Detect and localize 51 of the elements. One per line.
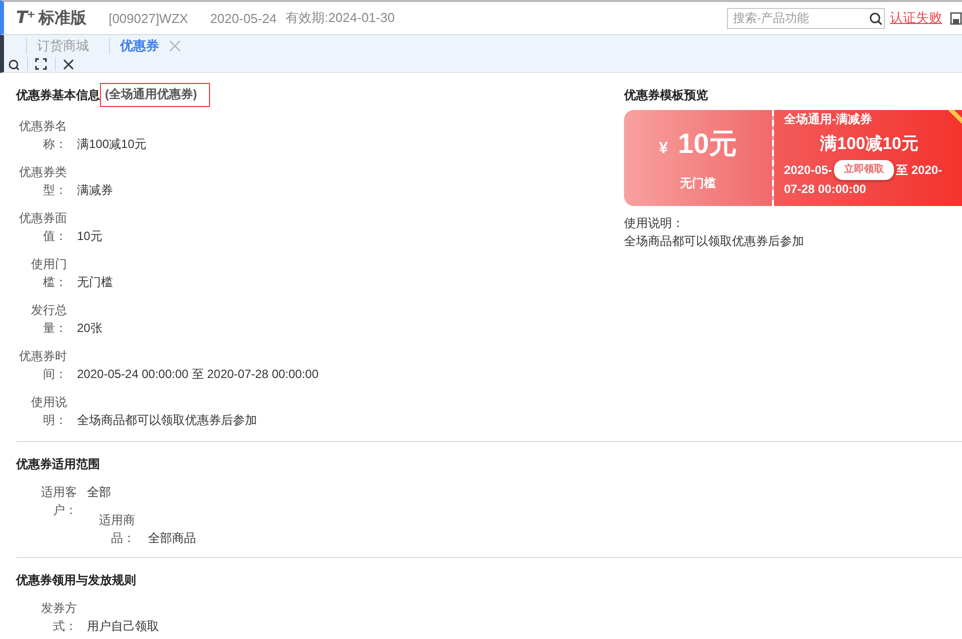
usage-label: 使用说明： [624, 215, 685, 232]
tab[interactable]: 优惠券 [109, 38, 189, 54]
field-value: 10元 [77, 228, 102, 245]
currency-symbol: ¥ [658, 140, 668, 158]
search-icon[interactable] [869, 12, 882, 24]
field-value: 20张 [77, 320, 102, 337]
field-label: 发券方式： [40, 600, 77, 635]
preview-title: 优惠券模板预览 [624, 87, 709, 103]
section-title: 优惠券领用与发放规则 [16, 572, 137, 589]
field-label: 优惠券名称： [18, 118, 67, 153]
field-label: 优惠券时间： [18, 348, 67, 383]
usage-text: 全场商品都可以领取优惠券后参加 [624, 233, 805, 250]
field-value: 满减券 [77, 182, 113, 199]
coupon-date: 至 2020- [896, 162, 942, 179]
product-name: 标准版 [38, 8, 87, 28]
field-label: 发行总量： [30, 302, 67, 337]
claim-button[interactable]: 立即领取 [834, 160, 894, 180]
close-icon[interactable] [63, 58, 74, 70]
field-label: 使用门槛： [30, 256, 67, 291]
field-label: 适用客户： [40, 484, 77, 519]
coupon-scope-tag: (全场通用优惠券) [100, 83, 210, 107]
auth-failed-link[interactable]: 认证失败 [890, 9, 942, 27]
field-label: 使用说明： [30, 394, 67, 429]
field-value: 全部 [87, 484, 111, 501]
field-label: 优惠券面值： [18, 210, 67, 245]
logo-mark: T⁺ [16, 8, 35, 28]
field-value: 全部商品 [148, 530, 196, 547]
coupon-rule: 满100减10元 [820, 134, 920, 154]
save-icon[interactable] [950, 12, 962, 24]
field-value: 满100减10元 [77, 136, 146, 153]
field-value: 2020-05-24 00:00:00 至 2020-07-28 00:00:00 [77, 366, 319, 383]
field-value: 用户自己领取 [87, 618, 159, 635]
corner-ribbon-icon [948, 110, 962, 124]
coupon-amount: 10元 [678, 126, 738, 160]
coupon-name: 全场通用-满减券 [784, 112, 872, 126]
search-field[interactable]: 搜索-产品功能 [727, 8, 885, 28]
coupon-date: 2020-05- [784, 162, 832, 179]
field-value: 无门槛 [77, 274, 113, 291]
field-label: 优惠券类型： [18, 164, 67, 199]
account-label: [009027]WZX [108, 10, 188, 26]
field-value: 全场商品都可以领取优惠券后参加 [77, 412, 257, 429]
tab[interactable]: 订货商城 [26, 38, 97, 54]
validity-label: 有效期:2024-01-30 [286, 9, 395, 27]
coupon-date: 07-28 00:00:00 [784, 181, 868, 198]
section-title: 优惠券基本信息 [16, 86, 100, 104]
fullscreen-icon[interactable] [35, 58, 47, 70]
coupon-threshold: 无门槛 [680, 174, 716, 192]
date-label: 2020-05-24 [210, 10, 277, 26]
section-title: 优惠券适用范围 [16, 456, 101, 473]
field-label: 适用商品： [98, 512, 135, 547]
search-icon[interactable] [8, 58, 19, 70]
